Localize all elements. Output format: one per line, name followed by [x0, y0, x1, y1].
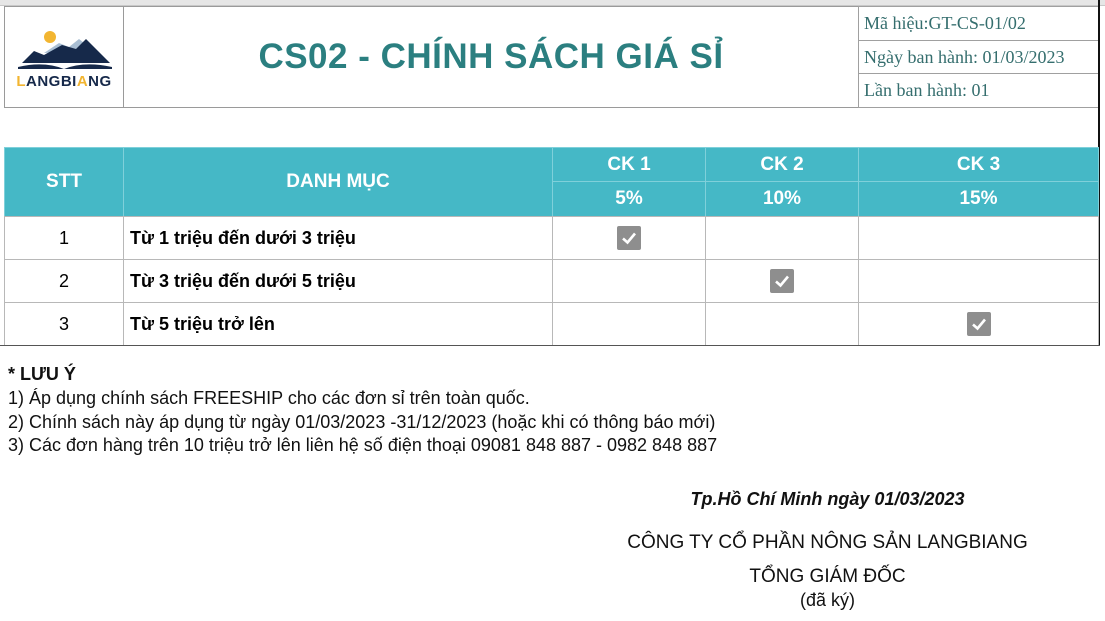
- ck1-cell: [552, 302, 706, 346]
- note-item: 3) Các đơn hàng trên 10 triệu trở lên li…: [8, 435, 718, 455]
- place-date: Tp.Hồ Chí Minh ngày 01/03/2023: [690, 489, 965, 509]
- ck3-cell: [858, 259, 1099, 303]
- checkbox-checked-icon[interactable]: [966, 312, 991, 336]
- row-stt: 3: [4, 302, 124, 346]
- row-category: Từ 1 triệu đến dưới 3 triệu: [123, 216, 553, 260]
- ck1-cell: [552, 259, 706, 303]
- header-ck2-pct: 10%: [705, 181, 859, 217]
- mountain-logo-icon: [18, 30, 112, 69]
- header-ck1-pct: 5%: [552, 181, 706, 217]
- signed-note: (đã ký): [799, 590, 855, 610]
- table-bottom-border: [0, 345, 1100, 346]
- ck2-cell: [705, 259, 859, 303]
- header-stt: STT: [4, 147, 124, 217]
- header-category: DANH MỤC: [123, 147, 553, 217]
- logo-text: LANGBIANG: [16, 72, 112, 90]
- checkbox-checked-icon[interactable]: [770, 269, 794, 293]
- doc-code: Mã hiệu:GT-CS-01/02: [858, 6, 1100, 41]
- notes-title: * LƯU Ý: [8, 364, 76, 384]
- checkbox-checked-icon[interactable]: [617, 226, 641, 250]
- ck3-cell: [858, 302, 1099, 346]
- ck1-cell: [552, 216, 706, 260]
- row-category: Từ 5 triệu trở lên: [123, 302, 553, 346]
- revision: Lần ban hành: 01: [858, 73, 1100, 108]
- note-item: 2) Chính sách này áp dụng từ ngày 01/03/…: [8, 412, 716, 432]
- company-name: CÔNG TY CỔ PHẦN NÔNG SẢN LANGBIANG: [627, 532, 1028, 553]
- header-ck2: CK 2: [705, 147, 859, 182]
- page-title: CS02 - CHÍNH SÁCH GIÁ SỈ: [123, 6, 859, 108]
- ck3-cell: [858, 216, 1099, 260]
- header-ck1: CK 1: [552, 147, 706, 182]
- note-item: 1) Áp dụng chính sách FREESHIP cho các đ…: [8, 388, 530, 408]
- ck2-cell: [705, 302, 859, 346]
- issue-date: Ngày ban hành: 01/03/2023: [858, 40, 1100, 74]
- header-ck3-pct: 15%: [858, 181, 1099, 217]
- logo: LANGBIANG: [4, 6, 124, 108]
- row-stt: 1: [4, 216, 124, 260]
- ck2-cell: [705, 216, 859, 260]
- header-ck3: CK 3: [858, 147, 1099, 182]
- row-stt: 2: [4, 259, 124, 303]
- position: TỔNG GIÁM ĐỐC: [749, 566, 906, 587]
- row-category: Từ 3 triệu đến dưới 5 triệu: [123, 259, 553, 303]
